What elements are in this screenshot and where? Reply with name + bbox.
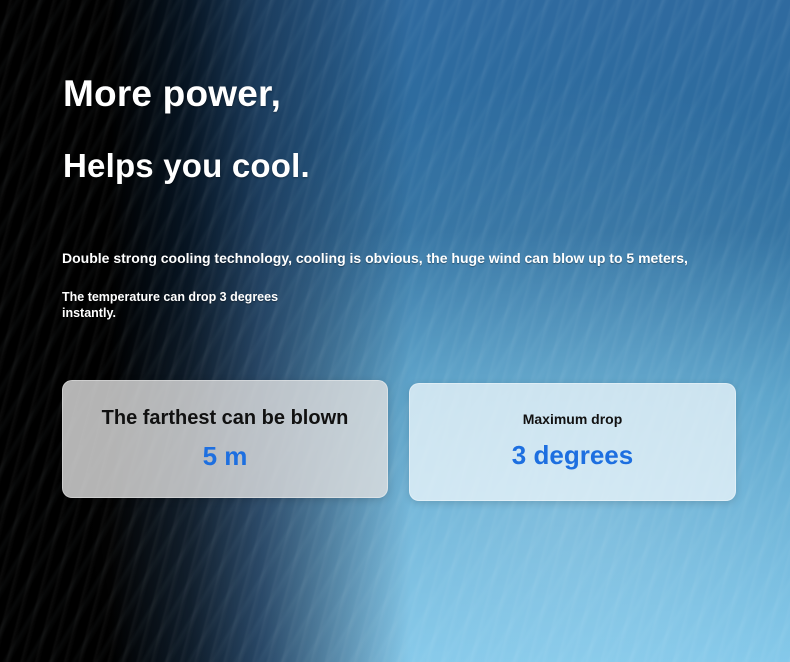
page-content: More power, Helps you cool. Double stron… (0, 0, 790, 662)
hero-description-line1: Double strong cooling technology, coolin… (62, 250, 688, 266)
stat-label-temperature: Maximum drop (522, 411, 623, 427)
stat-value-distance: 5 m (202, 441, 248, 471)
hero-title-line2: Helps you cool. (63, 147, 310, 184)
stat-card-distance: The farthest can be blown 5 m (62, 380, 388, 498)
stat-label-distance: The farthest can be blown (101, 407, 349, 429)
hero-title-line1: More power, (63, 73, 282, 114)
hero-description-line2: The temperature can drop 3 degrees insta… (62, 290, 279, 320)
stat-value-temperature: 3 degrees (511, 440, 634, 470)
stat-card-temperature: Maximum drop 3 degrees (409, 383, 736, 501)
